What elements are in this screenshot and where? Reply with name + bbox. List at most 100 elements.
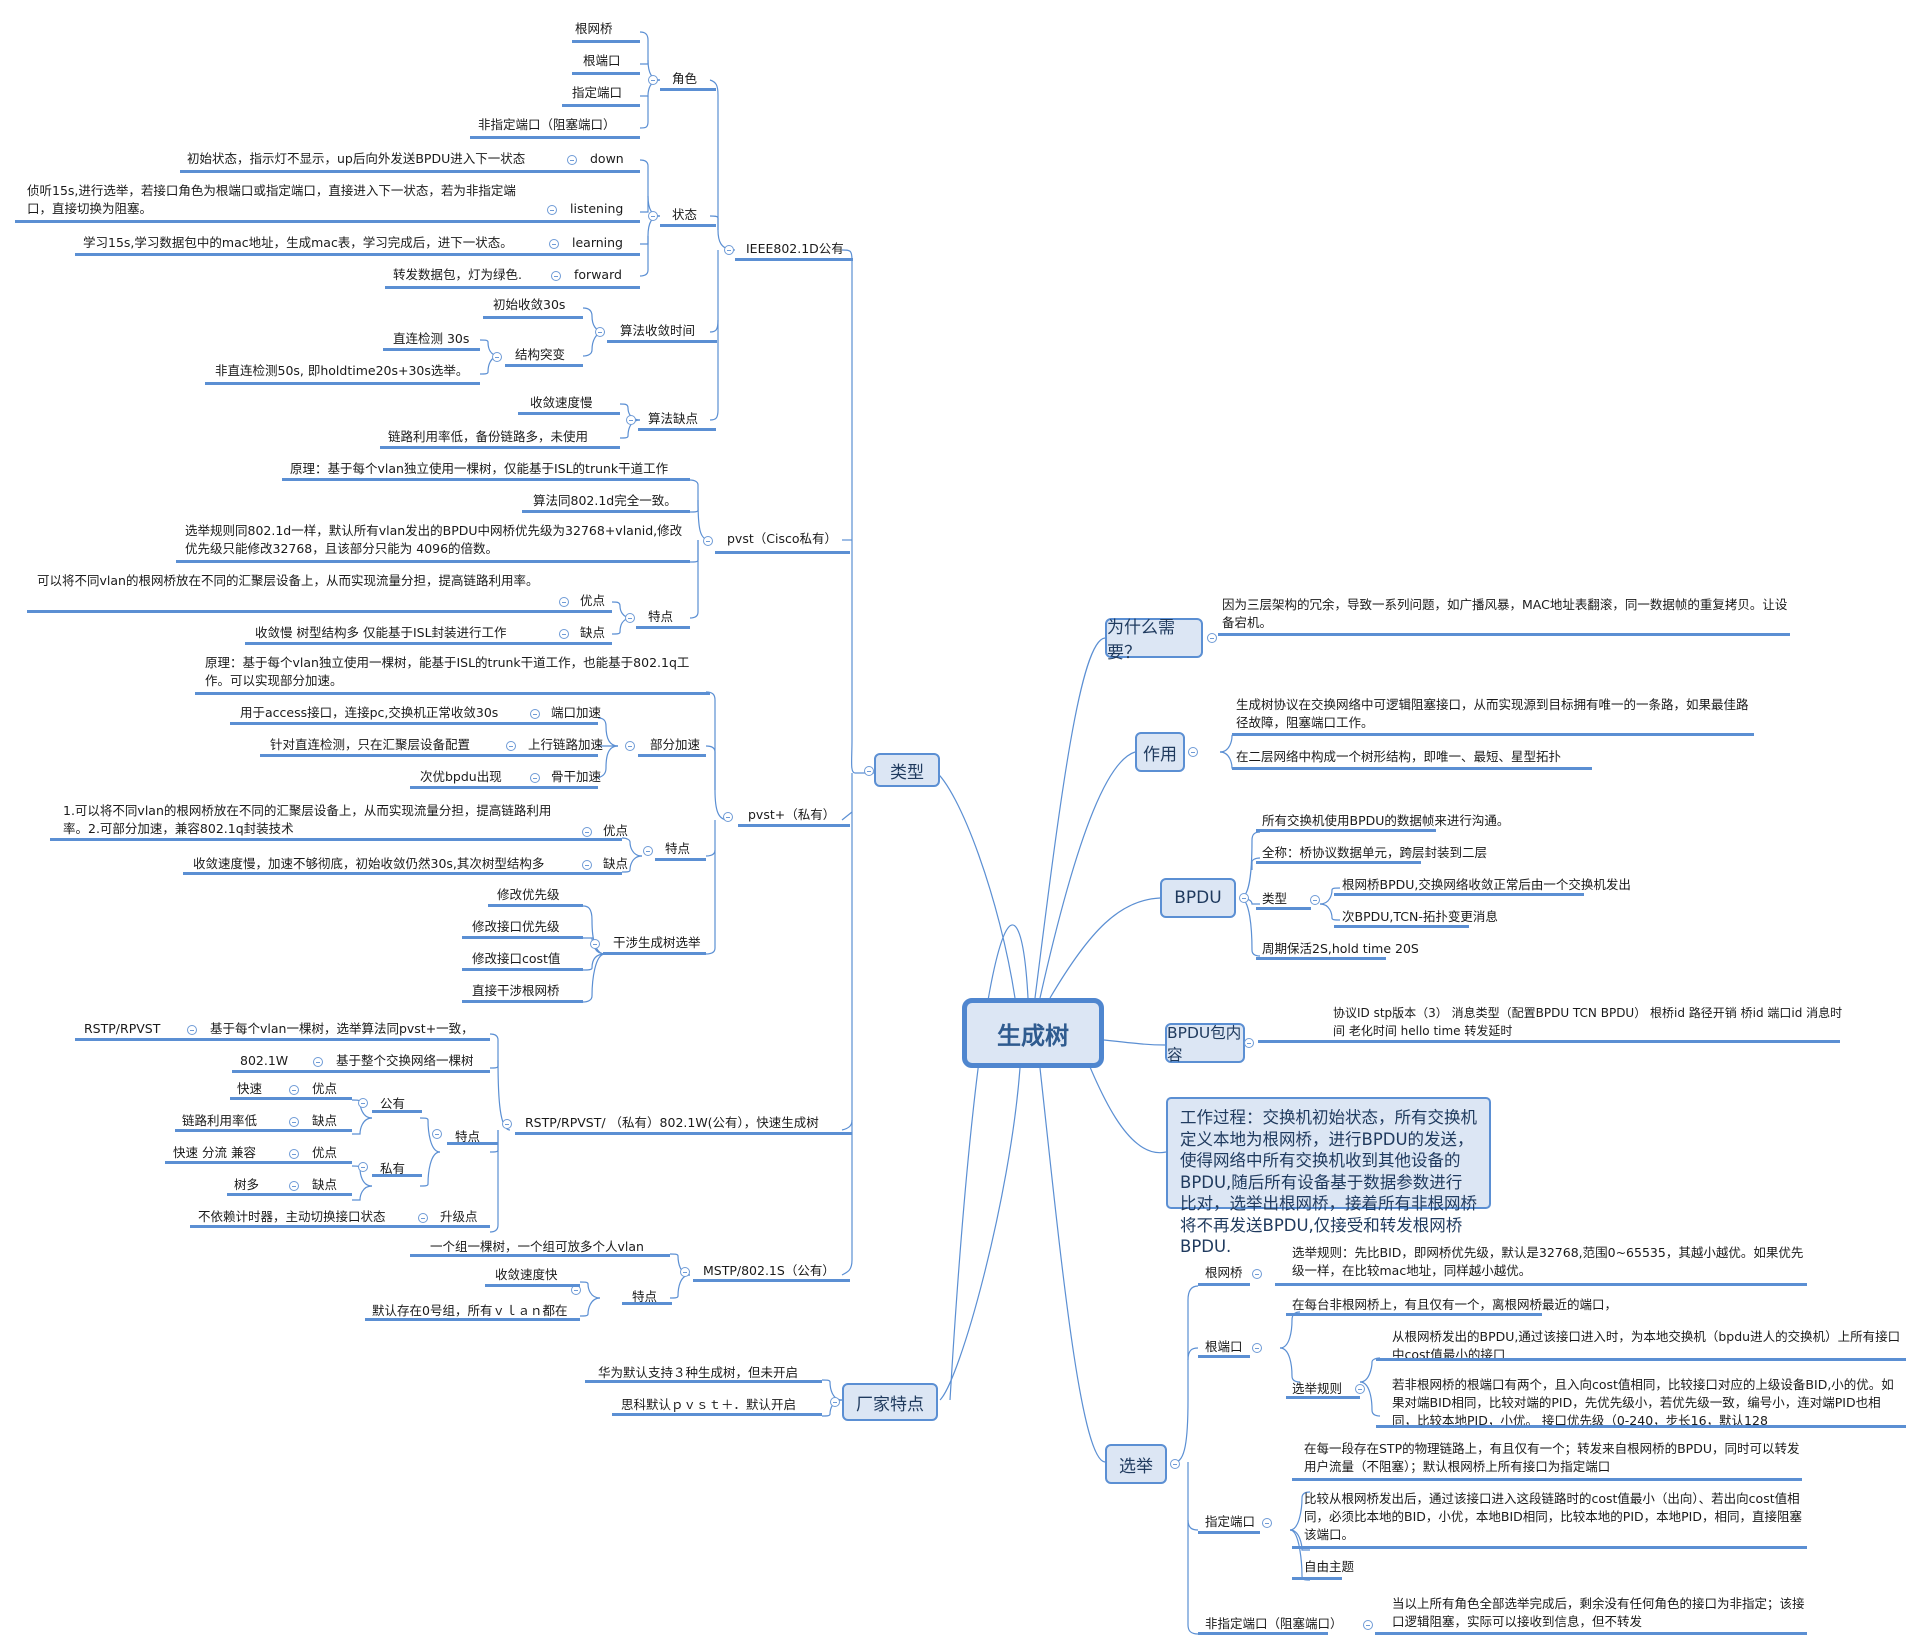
pvstplus-features-label[interactable]: 特点 [665, 840, 690, 858]
collapse-icon[interactable] [549, 239, 559, 249]
accel-name[interactable]: 端口加速 [551, 704, 601, 722]
collapse-icon[interactable] [559, 629, 569, 639]
collapse-states-icon[interactable] [648, 211, 658, 221]
topic-why[interactable]: 为什么需要？ [1105, 618, 1203, 663]
underline [365, 1318, 580, 1321]
collapse-icon[interactable] [358, 1098, 368, 1108]
drawbacks-label[interactable]: 算法缺点 [648, 410, 698, 428]
bpdu-types-label[interactable]: 类型 [1262, 890, 1287, 908]
collapse-icon[interactable] [506, 741, 516, 751]
topic-bpdu-content[interactable]: BPDU包内容 [1165, 1023, 1245, 1064]
collapse-icon[interactable] [289, 1117, 299, 1127]
collapse-icon[interactable] [432, 1129, 442, 1139]
collapse-pvst-icon[interactable] [703, 536, 713, 546]
root-port-label[interactable]: 根端口 [1205, 1338, 1243, 1356]
topic-role[interactable]: 作用 [1135, 732, 1185, 772]
collapse-icon[interactable] [492, 352, 502, 362]
collapse-icon[interactable] [530, 709, 540, 719]
pro-label[interactable]: 优点 [312, 1144, 337, 1162]
collapse-vendor-icon[interactable] [830, 1397, 840, 1407]
collapse-icon[interactable] [547, 205, 557, 215]
collapse-pvstplus-icon[interactable] [723, 812, 733, 822]
con-label[interactable]: 缺点 [312, 1112, 337, 1130]
work-process-box[interactable]: 工作过程：交换机初始状态，所有交换机定义本地为根网桥，进行BPDU的发送，使得网… [1166, 1097, 1491, 1256]
state-name[interactable]: down [590, 150, 624, 168]
pro-desc: 1.可以将不同vlan的根网桥放在不同的汇聚层设备上，从而实现流量分担，提高链路… [63, 803, 552, 836]
rpvst-name[interactable]: 基于每个vlan一棵树，选举算法同pvst+一致， [210, 1020, 474, 1038]
collapse-icon[interactable] [1252, 1343, 1262, 1353]
con-label[interactable]: 缺点 [603, 855, 628, 873]
topic-bpdu[interactable]: BPDU [1160, 878, 1236, 918]
collapse-icon[interactable] [418, 1213, 428, 1223]
collapse-bpdu-content-icon[interactable] [1244, 1038, 1254, 1048]
designated-port-label[interactable]: 指定端口 [1205, 1513, 1255, 1531]
collapse-ieee-icon[interactable] [724, 245, 734, 255]
collapse-icon[interactable] [582, 827, 592, 837]
collapse-icon[interactable] [643, 846, 653, 856]
collapse-icon[interactable] [289, 1085, 299, 1095]
pvst-item: 原理：基于每个vlan独立使用一棵树，仅能基于ISL的trunk干道工作 [290, 461, 669, 476]
collapse-mstp-icon[interactable] [680, 1267, 690, 1277]
mutation-label[interactable]: 结构突变 [515, 346, 565, 364]
pvst-features-label[interactable]: 特点 [648, 608, 673, 626]
state-name[interactable]: forward [574, 266, 622, 284]
collapse-icon[interactable] [590, 939, 600, 949]
root-bridge-label[interactable]: 根网桥 [1205, 1264, 1243, 1282]
w-name[interactable]: 基于整个交换网络一棵树 [336, 1052, 474, 1070]
accel-name[interactable]: 骨干加速 [551, 768, 601, 786]
ieee-802-1d-label[interactable]: IEEE802.1D公有 [746, 240, 844, 258]
collapse-icon[interactable] [551, 271, 561, 281]
collapse-icon[interactable] [595, 327, 605, 337]
collapse-icon[interactable] [289, 1149, 299, 1159]
topic-election[interactable]: 选举 [1105, 1444, 1167, 1484]
collapse-icon[interactable] [1363, 1620, 1373, 1630]
collapse-why-icon[interactable] [1207, 633, 1217, 643]
collapse-icon[interactable] [289, 1181, 299, 1191]
underline [1376, 1425, 1906, 1428]
collapse-types-icon[interactable] [864, 766, 874, 776]
topic-vendor[interactable]: 厂家特点 [842, 1383, 938, 1421]
collapse-icon[interactable] [187, 1025, 197, 1035]
convergence-label[interactable]: 算法收敛时间 [620, 322, 695, 340]
collapse-bpdu-icon[interactable] [1239, 893, 1249, 903]
collapse-icon[interactable] [1262, 1518, 1272, 1528]
central-topic[interactable]: 生成树 [962, 998, 1104, 1068]
collapse-icon[interactable] [559, 597, 569, 607]
states-label[interactable]: 状态 [672, 206, 697, 224]
collapse-icon[interactable] [582, 860, 592, 870]
collapse-roles-icon[interactable] [648, 75, 658, 85]
con-label[interactable]: 缺点 [580, 624, 605, 642]
collapse-icon[interactable] [1355, 1384, 1365, 1394]
roles-label[interactable]: 角色 [672, 70, 697, 88]
non-designated-label[interactable]: 非指定端口（阻塞端口） [1205, 1615, 1343, 1633]
collapse-icon[interactable] [626, 415, 636, 425]
collapse-icon[interactable] [625, 613, 635, 623]
pvstplus-label[interactable]: pvst+（私有） [748, 806, 835, 824]
accel-name[interactable]: 上行链路加速 [528, 736, 603, 754]
pro-label[interactable]: 优点 [312, 1080, 337, 1098]
collapse-icon[interactable] [567, 155, 577, 165]
collapse-icon[interactable] [625, 741, 635, 751]
collapse-role-icon[interactable] [1188, 747, 1198, 757]
mstp-label[interactable]: MSTP/802.1S（公有） [703, 1262, 835, 1280]
rstp-label[interactable]: RSTP/RPVST/ （私有）802.1W(公有），快速生成树 [525, 1114, 819, 1132]
upgrade-label[interactable]: 升级点 [440, 1208, 478, 1226]
state-name[interactable]: listening [570, 200, 623, 218]
role-item: 生成树协议在交换网络中可逻辑阻塞接口，从而实现源到目标拥有唯一的一条路，如果最佳… [1236, 697, 1749, 730]
upgrade-desc: 不依赖计时器，主动切换接口状态 [198, 1209, 386, 1224]
collapse-icon[interactable] [358, 1162, 368, 1172]
pvst-label[interactable]: pvst（Cisco私有） [727, 530, 837, 548]
topic-types[interactable]: 类型 [874, 753, 940, 787]
underline [165, 1161, 352, 1164]
collapse-icon[interactable] [1252, 1269, 1262, 1279]
state-name[interactable]: learning [572, 234, 623, 252]
collapse-rstp-icon[interactable] [502, 1119, 512, 1129]
collapse-icon[interactable] [1310, 895, 1320, 905]
intervene-label[interactable]: 干涉生成树选举 [613, 934, 701, 952]
collapse-election-icon[interactable] [1170, 1459, 1180, 1469]
collapse-icon[interactable] [530, 773, 540, 783]
collapse-icon[interactable] [313, 1057, 323, 1067]
pro-label[interactable]: 优点 [580, 592, 605, 610]
accel-label[interactable]: 部分加速 [650, 736, 700, 754]
con-label[interactable]: 缺点 [312, 1176, 337, 1194]
